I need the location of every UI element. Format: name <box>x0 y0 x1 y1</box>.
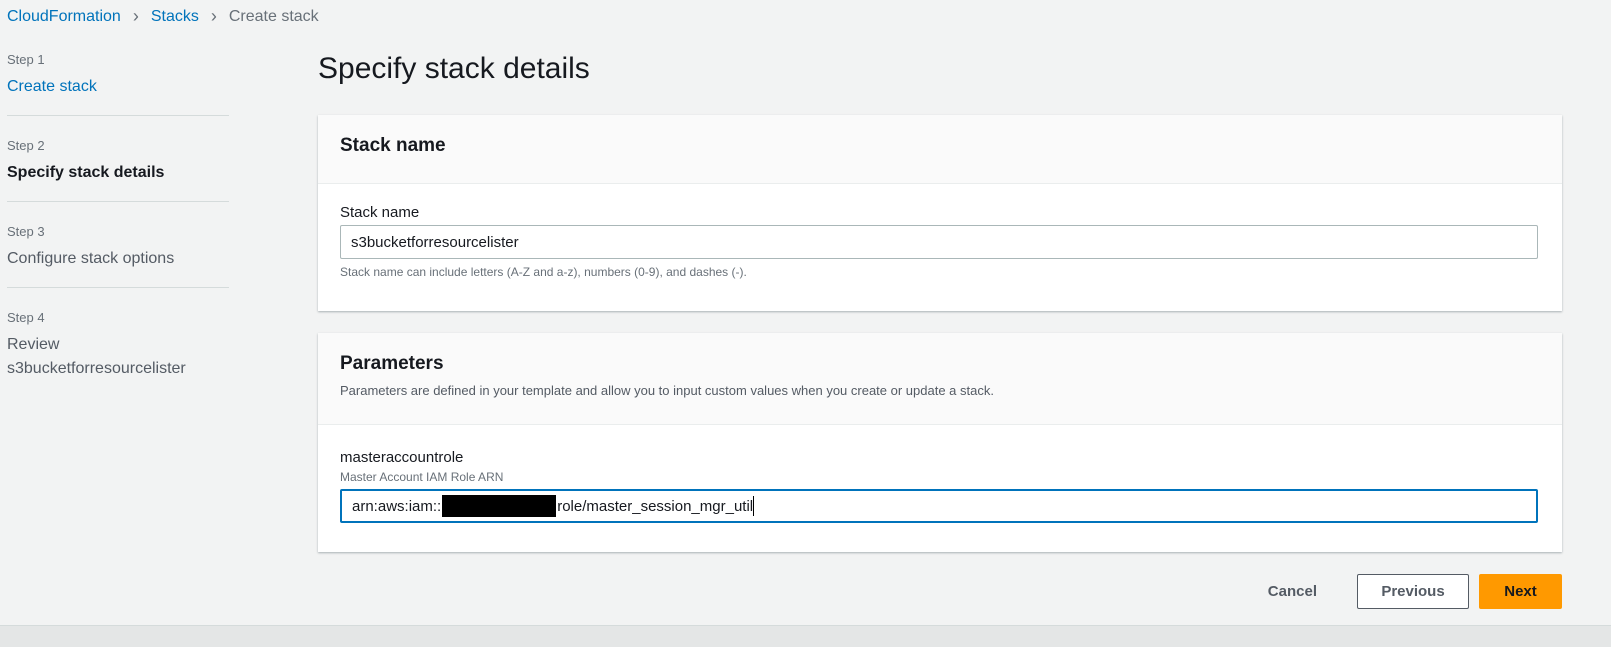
param-description: Master Account IAM Role ARN <box>340 470 504 484</box>
step-4: Step 4 Review s3bucketforresourcelister <box>7 310 229 397</box>
step-label-active: Specify stack details <box>7 164 165 181</box>
step-number: Step 2 <box>7 138 45 153</box>
step-link-create-stack[interactable]: Create stack <box>7 75 229 99</box>
wizard-steps-nav: Step 1 Create stack Step 2 Specify stack… <box>7 52 229 419</box>
page-title: Specify stack details <box>318 52 590 85</box>
redaction-box <box>442 495 557 517</box>
masteraccountrole-input[interactable]: arn:aws:iam:: role/master_session_mgr_uti… <box>340 489 1538 523</box>
step-3: Step 3 Configure stack options <box>7 224 229 288</box>
step-sublabel: s3bucketforresourcelister <box>7 360 186 377</box>
field-label: Stack name <box>340 204 420 221</box>
stack-name-panel: Stack name Stack name s3bucketforresourc… <box>318 115 1562 311</box>
step-number: Step 1 <box>7 52 45 67</box>
panel-title: Stack name <box>340 135 446 156</box>
next-button[interactable]: Next <box>1479 574 1562 609</box>
footer-bar <box>0 625 1611 647</box>
step-number: Step 4 <box>7 310 45 325</box>
chevron-right-icon: › <box>210 6 217 26</box>
step-label: Review <box>7 336 60 353</box>
previous-button[interactable]: Previous <box>1357 574 1469 609</box>
breadcrumb: CloudFormation › Stacks › Create stack <box>7 6 319 27</box>
parameters-panel: Parameters Parameters are defined in you… <box>318 333 1562 552</box>
breadcrumb-stacks[interactable]: Stacks <box>151 8 199 26</box>
step-label: Configure stack options <box>7 250 175 267</box>
param-name: masteraccountrole <box>340 449 464 466</box>
value-prefix: arn:aws:iam:: <box>352 497 442 515</box>
text-cursor <box>753 496 755 516</box>
field-hint: Stack name can include letters (A-Z and … <box>340 265 747 279</box>
cancel-button[interactable]: Cancel <box>1238 574 1347 609</box>
stack-name-input[interactable]: s3bucketforresourcelister <box>340 225 1538 259</box>
panel-description: Parameters are defined in your template … <box>340 383 994 398</box>
breadcrumb-current: Create stack <box>228 7 319 25</box>
step-1: Step 1 Create stack <box>7 52 229 116</box>
value-suffix: role/master_session_mgr_util <box>557 497 754 515</box>
step-2: Step 2 Specify stack details <box>7 138 229 202</box>
chevron-right-icon: › <box>132 6 139 26</box>
breadcrumb-cloudformation[interactable]: CloudFormation <box>7 8 121 26</box>
panel-title: Parameters <box>340 353 444 374</box>
wizard-actions: Cancel Previous Next <box>1238 574 1562 609</box>
step-number: Step 3 <box>7 224 45 239</box>
